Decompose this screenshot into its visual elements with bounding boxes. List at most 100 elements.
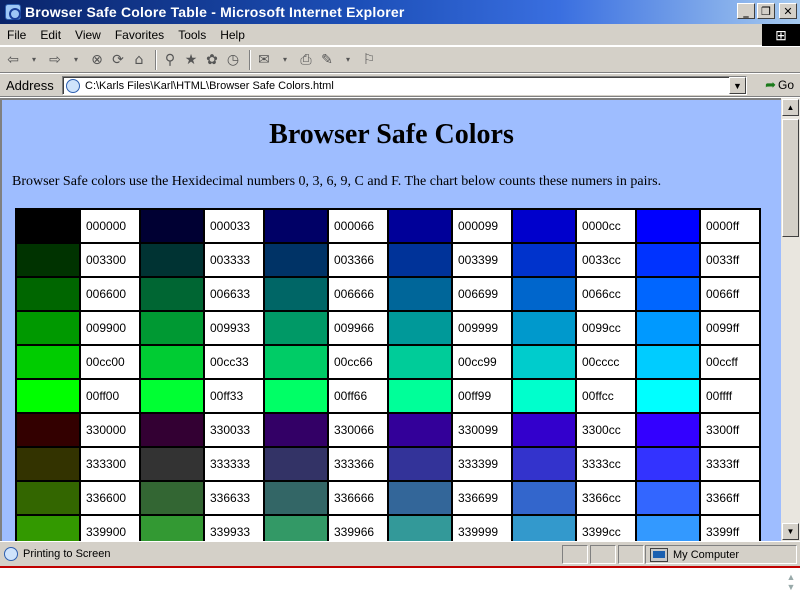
color-swatch <box>265 278 327 310</box>
menu-view-label: View <box>75 27 101 42</box>
security-zone: My Computer <box>645 545 797 564</box>
address-input[interactable]: C:\Karls Files\Karl\HTML\Browser Safe Co… <box>62 76 747 95</box>
go-button[interactable]: ➦ Go <box>765 77 794 93</box>
menu-tools[interactable]: Tools <box>171 28 213 42</box>
color-swatch <box>265 482 327 514</box>
color-hex-code: 336666 <box>329 482 387 514</box>
color-swatch <box>637 414 699 446</box>
color-swatch <box>637 380 699 412</box>
color-swatch <box>265 312 327 344</box>
color-hex-code: 003300 <box>81 244 139 276</box>
back-icon[interactable]: ⇦ <box>4 49 22 71</box>
color-swatch <box>265 210 327 242</box>
menu-help[interactable]: Help <box>213 28 252 42</box>
color-swatch <box>389 414 451 446</box>
color-swatch <box>265 346 327 378</box>
forward-icon[interactable]: ⇨ <box>46 49 64 71</box>
color-swatch <box>389 448 451 480</box>
color-swatch <box>637 278 699 310</box>
color-hex-code: 339900 <box>81 516 139 541</box>
color-hex-code: 333300 <box>81 448 139 480</box>
color-swatch <box>17 346 79 378</box>
media-icon[interactable]: ✿ <box>203 49 221 71</box>
zone-label: My Computer <box>673 548 740 561</box>
color-hex-code: 339966 <box>329 516 387 541</box>
status-panel <box>590 545 616 564</box>
go-label: Go <box>777 78 794 92</box>
status-panel <box>618 545 644 564</box>
color-hex-code: 0000ff <box>701 210 759 242</box>
menu-view[interactable]: View <box>68 28 108 42</box>
mail-dropdown-icon[interactable]: ▾ <box>276 49 294 71</box>
go-arrow-icon: ➦ <box>765 77 776 92</box>
color-swatch <box>513 448 575 480</box>
scroll-down-icon[interactable]: ▼ <box>782 523 799 540</box>
color-hex-code: 00ff00 <box>81 380 139 412</box>
menu-tools-label: Tools <box>178 27 207 42</box>
color-hex-code: 330099 <box>453 414 511 446</box>
color-hex-code: 00ffcc <box>577 380 635 412</box>
color-swatch <box>389 482 451 514</box>
color-swatch <box>513 380 575 412</box>
forward-dropdown-icon[interactable]: ▾ <box>67 49 85 71</box>
address-dropdown-icon[interactable]: ▼ <box>729 77 746 94</box>
standard-toolbar: ⇦ ▾ ⇨ ▾ ⊗ ⟳ ⌂ ⚲ ★ ✿ ◷ ✉ ▾ ⎙ ✎ ▾ ⚐ <box>0 47 800 73</box>
color-hex-code: 3300cc <box>577 414 635 446</box>
color-hex-code: 006633 <box>205 278 263 310</box>
color-hex-code: 0099ff <box>701 312 759 344</box>
table-row: 333300 333333 333366 333399 3333cc 3333ff <box>17 448 759 480</box>
color-hex-code: 3399ff <box>701 516 759 541</box>
edit-icon[interactable]: ✎ <box>318 49 336 71</box>
color-hex-code: 009999 <box>453 312 511 344</box>
edit-dropdown-icon[interactable]: ▾ <box>339 49 357 71</box>
color-hex-code: 000099 <box>453 210 511 242</box>
restore-button[interactable]: ❐ <box>757 3 775 19</box>
scroll-up-icon[interactable]: ▲ <box>782 99 799 116</box>
scroll-thumb[interactable] <box>782 119 799 237</box>
color-hex-code: 3333cc <box>577 448 635 480</box>
color-hex-code: 00ff66 <box>329 380 387 412</box>
page-icon <box>66 78 80 93</box>
color-swatch <box>17 516 79 541</box>
menu-file[interactable]: File <box>0 28 33 42</box>
color-swatch <box>265 448 327 480</box>
color-hex-code: 0000cc <box>577 210 635 242</box>
mail-icon[interactable]: ✉ <box>255 49 273 71</box>
back-dropdown-icon[interactable]: ▾ <box>25 49 43 71</box>
windows-logo-icon: ⊞ <box>762 24 800 46</box>
color-hex-code: 000000 <box>81 210 139 242</box>
color-hex-code: 339999 <box>453 516 511 541</box>
close-button[interactable]: ✕ <box>779 3 797 19</box>
my-computer-icon <box>650 547 668 562</box>
toolbar-separator <box>155 49 157 70</box>
color-hex-code: 006666 <box>329 278 387 310</box>
page-title: Browser Safe Colors <box>269 119 514 150</box>
minimize-button[interactable]: _ <box>737 3 755 19</box>
vertical-scrollbar[interactable]: ▲ ▼ <box>781 98 800 541</box>
color-hex-code: 003366 <box>329 244 387 276</box>
print-icon[interactable]: ⎙ <box>297 49 315 71</box>
desktop-background: ▲ ▼ <box>0 566 800 600</box>
table-row: 00ff00 00ff33 00ff66 00ff99 00ffcc 00ffff <box>17 380 759 412</box>
page-viewport[interactable]: Browser Safe Colors Browser Safe colors … <box>0 98 781 541</box>
color-swatch <box>389 244 451 276</box>
status-text: Printing to Screen <box>23 548 111 560</box>
color-swatch <box>389 346 451 378</box>
color-swatch <box>141 312 203 344</box>
favorites-icon[interactable]: ★ <box>182 49 200 71</box>
color-swatch <box>637 210 699 242</box>
menu-bar: File Edit View Favorites Tools Help ⊞ <box>0 24 800 46</box>
menu-edit[interactable]: Edit <box>33 28 68 42</box>
menu-favorites[interactable]: Favorites <box>108 28 171 42</box>
home-icon[interactable]: ⌂ <box>130 49 148 71</box>
refresh-icon[interactable]: ⟳ <box>109 49 127 71</box>
stop-icon[interactable]: ⊗ <box>88 49 106 71</box>
search-icon[interactable]: ⚲ <box>161 49 179 71</box>
title-bar: Browser Safe Colore Table - Microsoft In… <box>0 0 800 24</box>
history-icon[interactable]: ◷ <box>224 49 242 71</box>
window-title: Browser Safe Colore Table - Microsoft In… <box>25 4 405 20</box>
discuss-icon[interactable]: ⚐ <box>360 49 378 71</box>
color-swatch <box>513 244 575 276</box>
color-hex-code: 336600 <box>81 482 139 514</box>
ie-app-icon[interactable] <box>5 4 21 20</box>
